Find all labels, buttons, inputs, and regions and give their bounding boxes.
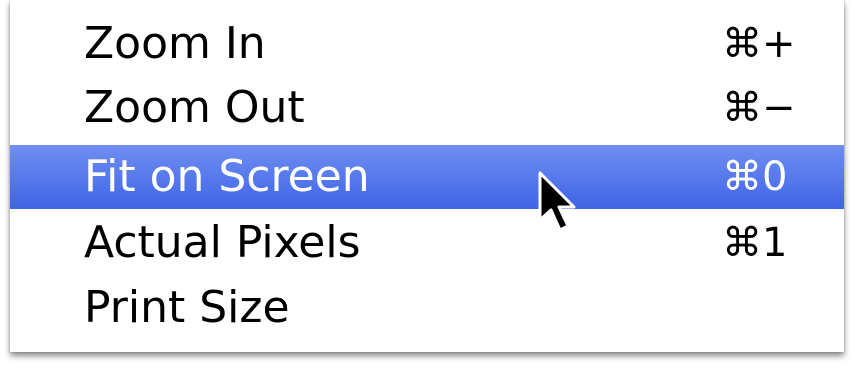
view-zoom-menu: Zoom In ⌘+ Zoom Out ⌘− Fit on Screen ⌘0 …: [10, 0, 844, 352]
menu-item-fit-on-screen[interactable]: Fit on Screen ⌘0: [10, 145, 844, 209]
menu-item-zoom-out[interactable]: Zoom Out ⌘−: [10, 76, 844, 140]
keyboard-shortcut: ⌘0: [722, 154, 788, 200]
menu-item-actual-pixels[interactable]: Actual Pixels ⌘1: [10, 211, 844, 275]
menu-item-label: Actual Pixels: [84, 217, 361, 268]
menu-item-label: Print Size: [84, 282, 290, 333]
menu-item-label: Fit on Screen: [84, 151, 370, 202]
keyboard-shortcut: ⌘−: [722, 85, 796, 131]
arrow-pointer-icon: [538, 171, 576, 232]
keyboard-shortcut: ⌘+: [722, 21, 796, 67]
keyboard-shortcut: ⌘1: [722, 220, 788, 266]
menu-item-label: Zoom In: [84, 18, 266, 69]
menu-item-zoom-in[interactable]: Zoom In ⌘+: [10, 12, 844, 76]
menu-item-label: Zoom Out: [84, 82, 305, 133]
menu-item-print-size[interactable]: Print Size: [10, 276, 844, 340]
